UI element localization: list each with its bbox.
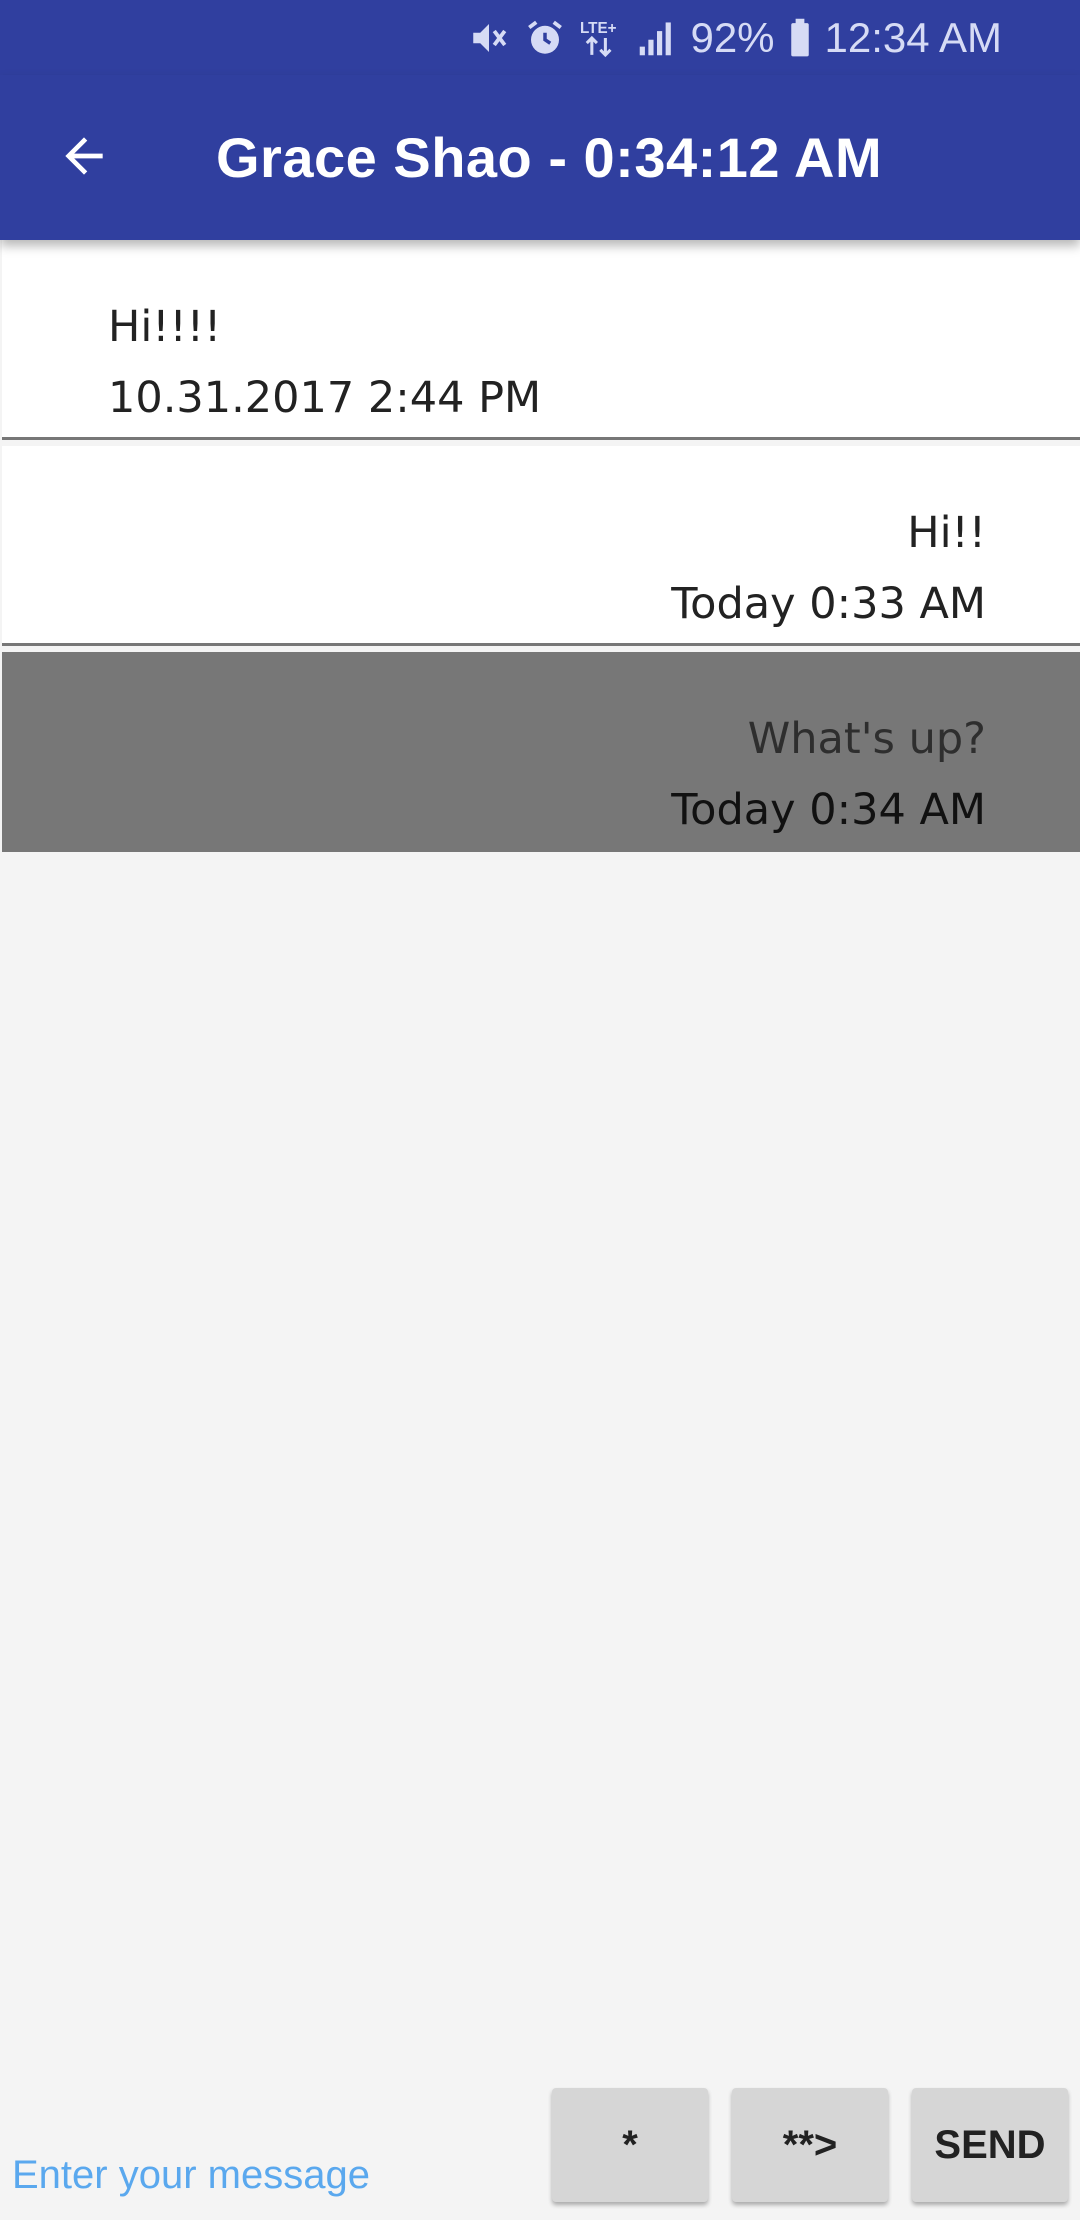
back-button[interactable] [40,112,128,200]
battery-percent: 92% [690,13,775,61]
message-time: Today 0:33 AM [671,579,986,629]
send-button[interactable]: SEND [912,2088,1068,2202]
page-title: Grace Shao - 0:34:12 AM [216,126,883,189]
message-text: Hi!! [907,508,986,558]
lte-icon: LTE+ [580,17,624,59]
clock: 12:34 AM [824,13,1002,61]
arrow-back-icon [65,137,103,175]
battery-icon [789,17,811,59]
message-item-selected[interactable]: What's up? Today 0:34 AM [2,652,1080,852]
alarm-icon [524,17,566,59]
message-item[interactable]: Hi!!!! 10.31.2017 2:44 PM [2,240,1080,440]
message-item[interactable]: Hi!! Today 0:33 AM [2,446,1080,646]
star-button[interactable]: * [552,2088,708,2202]
star-star-arrow-button[interactable]: **> [732,2088,888,2202]
signal-icon [638,17,676,59]
message-text: What's up? [747,714,986,764]
message-input[interactable] [12,2150,532,2200]
app-bar: Grace Shao - 0:34:12 AM [0,75,1080,240]
message-list: Hi!!!! 10.31.2017 2:44 PM Hi!! Today 0:3… [2,240,1080,858]
message-time: Today 0:34 AM [671,785,986,835]
message-text: Hi!!!! [108,302,222,352]
status-bar: LTE+ 92% 12:34 AM [0,0,1080,75]
mute-icon [468,17,510,59]
message-time: 10.31.2017 2:44 PM [108,373,542,423]
svg-text:LTE+: LTE+ [580,19,617,36]
